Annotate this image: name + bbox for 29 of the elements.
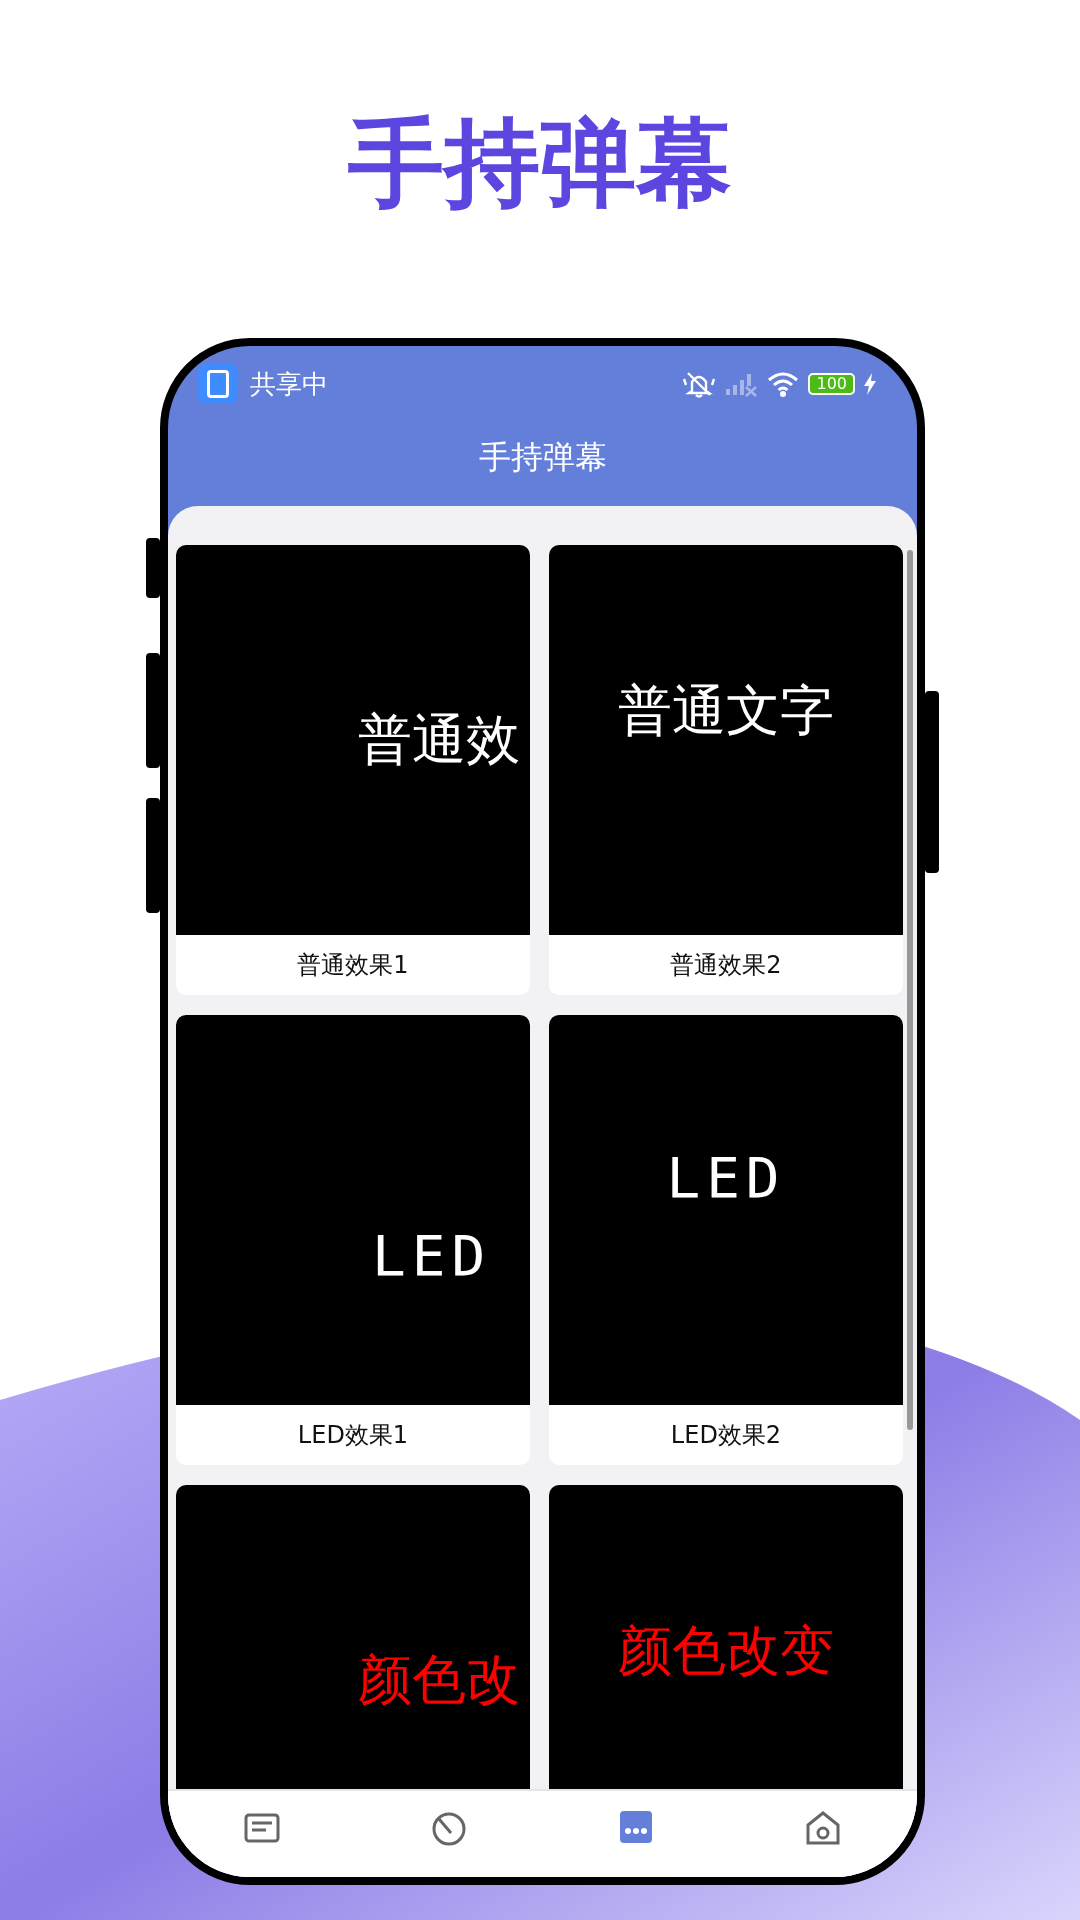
card-caption: 普通效果1: [296, 950, 410, 981]
app-icon: [198, 364, 238, 404]
effect-card[interactable]: 颜色改: [176, 1485, 530, 1789]
mute-icon: [682, 369, 717, 399]
side-button[interactable]: [146, 538, 160, 598]
headline: 手持弹幕: [347, 106, 733, 221]
preview-text: 颜色改变: [618, 1618, 834, 1684]
led-preview-text: LED: [372, 1222, 492, 1288]
effect-card[interactable]: 普通效 普通效果1: [176, 545, 530, 995]
preview-text: 颜色改: [358, 1646, 520, 1713]
signal-icon: [724, 371, 759, 397]
effect-card[interactable]: 颜色改变: [549, 1485, 903, 1789]
side-button[interactable]: [146, 653, 160, 768]
effect-card[interactable]: 普通文字 普通效果2: [549, 545, 903, 995]
effect-card[interactable]: LED LED效果2: [549, 1015, 903, 1465]
side-button[interactable]: [146, 798, 160, 913]
card-caption: 普通效果2: [669, 950, 783, 981]
side-button[interactable]: [925, 691, 939, 873]
led-preview-text: LED: [666, 1145, 786, 1210]
battery-indicator: 100: [808, 373, 855, 395]
card-caption: LED效果2: [669, 1420, 783, 1451]
app-title: 手持弹幕: [477, 437, 608, 478]
card-caption: LED效果1: [296, 1420, 410, 1451]
scrollbar[interactable]: [907, 550, 913, 1430]
preview-text: 普通文字: [618, 678, 834, 744]
effect-card[interactable]: LED LED效果1: [176, 1015, 530, 1465]
status-label: 共享中: [250, 367, 328, 401]
preview-text: 普通效: [358, 706, 520, 773]
charging-icon: [863, 373, 877, 395]
